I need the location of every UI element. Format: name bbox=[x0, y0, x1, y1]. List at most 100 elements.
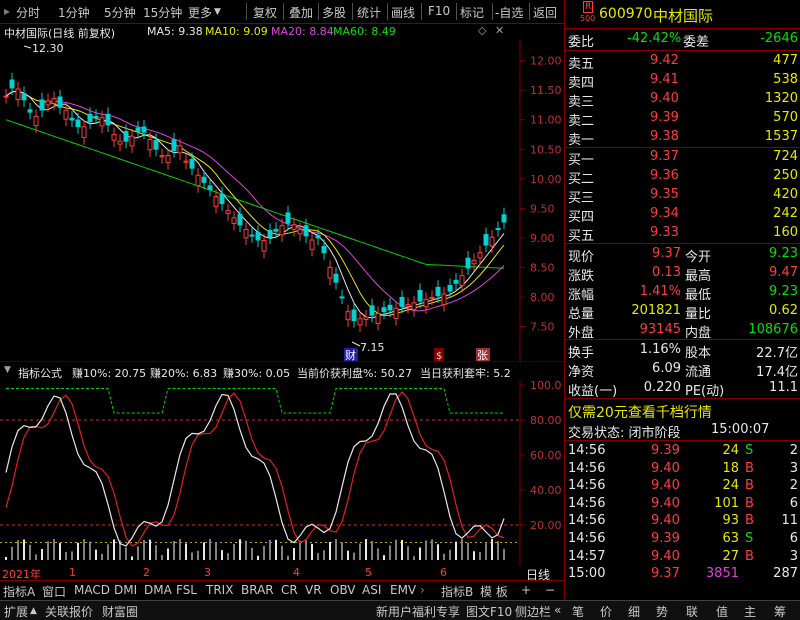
double-left-icon[interactable]: « bbox=[554, 603, 561, 617]
buy-order-label: 买一 bbox=[568, 153, 595, 168]
panel-tab-shi[interactable]: 势 bbox=[656, 603, 668, 620]
panel-tab-zhu[interactable]: 主 bbox=[744, 603, 756, 620]
status-new-user[interactable]: 新用户福利专享 bbox=[376, 603, 460, 620]
caret-up-icon[interactable]: ▲ bbox=[30, 606, 37, 616]
tab-template[interactable]: 模 板 bbox=[480, 583, 508, 600]
sell-order-label: 卖三 bbox=[568, 95, 595, 110]
tab-fsl[interactable]: FSL bbox=[176, 583, 197, 597]
status-wealth-circle[interactable]: 财富圈 bbox=[102, 603, 138, 620]
stat-value2: 9.23 bbox=[769, 284, 798, 299]
sell-order-row: 卖一 9.38 1537 bbox=[565, 128, 800, 148]
promo-text[interactable]: 仅需20元查看千档行情 bbox=[568, 402, 712, 422]
indicator-tick-label: 40.00 bbox=[530, 484, 562, 497]
toolbar-item-zixuan[interactable]: -自选 bbox=[495, 4, 523, 21]
toolbar-item-more[interactable]: 更多 bbox=[188, 4, 212, 21]
indicator-v4: 当前价获利盘%: 50.27 bbox=[297, 367, 413, 380]
tick-price: 9.40 bbox=[651, 548, 680, 564]
toolbar-item-duogu[interactable]: 多股 bbox=[322, 4, 346, 21]
buy-order-volume: 724 bbox=[773, 149, 798, 164]
chevron-down-icon[interactable]: ▼ bbox=[214, 7, 221, 17]
diamond-icon[interactable]: ◇ bbox=[478, 24, 486, 37]
toolbar-item-back[interactable]: 返回 bbox=[533, 4, 557, 21]
status-sidebar[interactable]: 侧边栏 bbox=[515, 603, 551, 620]
indicator-chart[interactable]: 100.0 80.00 60.00 40.00 20.00 bbox=[0, 380, 564, 566]
toolbar-item-biaoji[interactable]: 标记 bbox=[460, 4, 484, 21]
buy-order-row: 买五 9.33 160 bbox=[565, 224, 800, 244]
tab-scroll-right-icon[interactable]: › bbox=[420, 583, 425, 597]
indicator-header: ▼ 指标公式 赚10%: 20.75 赚20%: 6.83 赚30%: 0.05… bbox=[0, 364, 520, 380]
indicator-name[interactable]: 指标公式 bbox=[18, 365, 62, 381]
panel-tab-jia[interactable]: 价 bbox=[600, 603, 612, 620]
trade-state: 交易状态: 闭市阶段 bbox=[568, 426, 681, 441]
stat2-row: 换手 1.16% 股本 22.7亿 bbox=[565, 341, 800, 361]
zoom-out-icon[interactable]: − bbox=[545, 583, 555, 597]
panel-tab-lian[interactable]: 联 bbox=[686, 603, 698, 620]
month-label: 1 bbox=[69, 566, 76, 579]
tab-emv[interactable]: EMV bbox=[390, 583, 416, 597]
zoom-in-icon[interactable]: + bbox=[521, 583, 531, 597]
panel-tab-chou[interactable]: 筹 bbox=[774, 603, 786, 620]
sell-order-volume: 1537 bbox=[764, 129, 798, 144]
tick-price: 9.40 bbox=[651, 495, 680, 511]
sell-order-price: 9.42 bbox=[650, 53, 679, 68]
tab-asi[interactable]: ASI bbox=[362, 583, 381, 597]
stat2-value2: 22.7亿 bbox=[756, 346, 798, 361]
buy-order-row: 买三 9.35 420 bbox=[565, 186, 800, 206]
tick-time: 14:57 bbox=[568, 548, 606, 564]
kline-chart[interactable]: 12.00 11.50 11.00 10.50 10.00 9.50 9.00 8.50 8.0… bbox=[0, 40, 564, 362]
tick-count: 3 bbox=[789, 548, 798, 564]
toolbar-item-tongji[interactable]: 统计 bbox=[357, 4, 381, 21]
stat2-row: 净资 6.09 流通 17.4亿 bbox=[565, 360, 800, 380]
toolbar-item-f10[interactable]: F10 bbox=[428, 4, 450, 18]
stock-header: R 500 600970 中材国际 bbox=[565, 0, 800, 28]
buy-order-row: 买四 9.34 242 bbox=[565, 205, 800, 225]
panel-tab-bi[interactable]: 笔 bbox=[572, 603, 584, 620]
stat2-value: 0.220 bbox=[643, 380, 681, 395]
tab-obv[interactable]: OBV bbox=[330, 583, 356, 597]
price-tick-label: 9.50 bbox=[530, 202, 555, 215]
toolbar-item-huaxian[interactable]: 画线 bbox=[391, 4, 415, 21]
tab-dma[interactable]: DMA bbox=[144, 583, 172, 597]
tick-count: 287 bbox=[773, 566, 798, 582]
status-f10[interactable]: 图文F10 bbox=[466, 603, 512, 620]
kline-header: 中材国际(日线 前复权) MA5: 9.38 MA10: 9.09 MA20: … bbox=[0, 24, 520, 40]
status-expand[interactable]: 扩展 bbox=[4, 603, 28, 620]
toolbar-item-fenshi[interactable]: 分时 bbox=[16, 4, 40, 21]
stat2-label: 换手 bbox=[568, 346, 595, 361]
tick-count: 3 bbox=[789, 460, 798, 476]
tab-brar[interactable]: BRAR bbox=[241, 583, 274, 597]
chart-toolbar: ▸ 分时 1分钟 5分钟 15分钟 更多 ▼ 复权 叠加 多股 统计 画线 F1… bbox=[0, 0, 564, 24]
toolbar-item-1min[interactable]: 1分钟 bbox=[58, 4, 90, 21]
buy-order-label: 买四 bbox=[568, 210, 595, 225]
price-tick-label: 12.00 bbox=[530, 55, 562, 68]
toolbar-item-fuquan[interactable]: 复权 bbox=[253, 4, 277, 21]
chevron-down-icon[interactable]: ▼ bbox=[4, 365, 11, 375]
tick-direction: B bbox=[745, 460, 754, 476]
tab-dmi[interactable]: DMI bbox=[114, 583, 137, 597]
close-icon[interactable]: ✕ bbox=[495, 24, 504, 37]
stock-name: 中材国际 bbox=[653, 7, 714, 25]
tab-cr[interactable]: CR bbox=[281, 583, 298, 597]
price-tick-label: 10.50 bbox=[530, 143, 562, 156]
ma5-label: MA5: 9.38 bbox=[147, 25, 203, 38]
tick-direction: B bbox=[745, 548, 754, 564]
tab-indicator-b[interactable]: 指标B bbox=[441, 583, 473, 600]
price-tick-label: 8.00 bbox=[530, 291, 555, 304]
buy-order-price: 9.34 bbox=[650, 206, 679, 221]
tab-vr[interactable]: VR bbox=[305, 583, 322, 597]
tab-trix[interactable]: TRIX bbox=[206, 583, 233, 597]
panel-tab-xi[interactable]: 细 bbox=[628, 603, 640, 620]
tick-direction: B bbox=[745, 513, 754, 529]
panel-tab-zhi[interactable]: 值 bbox=[716, 603, 728, 620]
stat-row: 涨幅 1.41% 最低 9.23 bbox=[565, 283, 800, 303]
tab-macd[interactable]: MACD bbox=[74, 583, 110, 597]
toolbar-item-5min[interactable]: 5分钟 bbox=[104, 4, 136, 21]
tick-price: 9.40 bbox=[651, 460, 680, 476]
promo-row[interactable]: 仅需20元查看千档行情 bbox=[565, 401, 800, 422]
tab-indicator-a[interactable]: 指标A bbox=[3, 583, 35, 600]
toolbar-item-diejia[interactable]: 叠加 bbox=[289, 4, 313, 21]
toolbar-item-15min[interactable]: 15分钟 bbox=[143, 4, 182, 21]
tick-volume: 27 bbox=[722, 548, 739, 564]
tab-window[interactable]: 窗口 bbox=[42, 583, 66, 600]
status-linked-quote[interactable]: 关联报价 bbox=[45, 603, 93, 620]
